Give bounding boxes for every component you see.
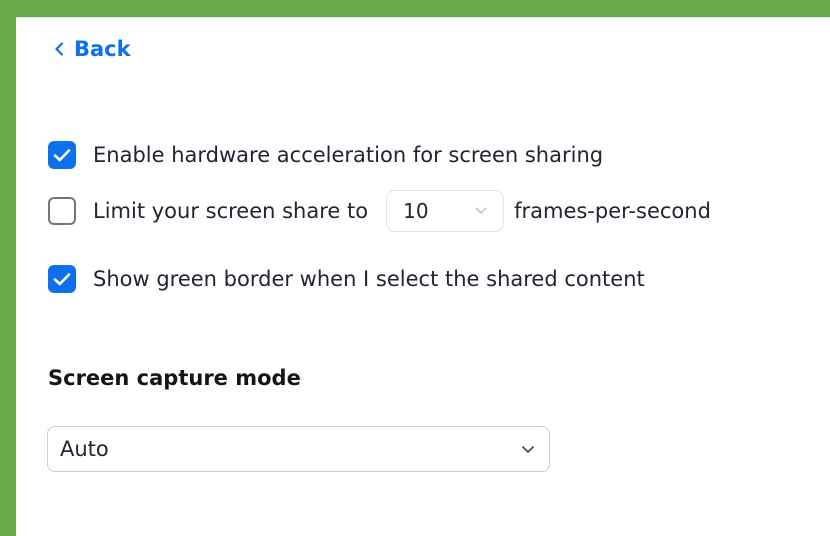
green-border-option: Show green border when I select the shar… — [48, 265, 645, 293]
green-share-border-left — [0, 0, 16, 536]
chevron-down-icon — [475, 207, 487, 214]
checkmark-icon — [53, 273, 71, 286]
settings-panel: Back Enable hardware acceleration for sc… — [0, 0, 830, 536]
capture-mode-dropdown[interactable]: Auto — [47, 426, 550, 472]
green-border-label: Show green border when I select the shar… — [93, 267, 645, 291]
fps-unit-label: frames-per-second — [514, 199, 711, 223]
hardware-acceleration-checkbox[interactable] — [48, 141, 76, 169]
capture-mode-value: Auto — [60, 437, 109, 461]
panel-top-edge — [16, 17, 830, 18]
green-share-border-top — [0, 0, 830, 17]
hardware-acceleration-option: Enable hardware acceleration for screen … — [48, 141, 603, 169]
fps-value: 10 — [403, 199, 429, 223]
checkmark-icon — [53, 149, 71, 162]
back-label: Back — [74, 37, 131, 61]
limit-fps-label: Limit your screen share to — [93, 199, 369, 223]
limit-fps-checkbox[interactable] — [48, 197, 76, 225]
chevron-down-icon — [522, 445, 534, 453]
limit-fps-option: Limit your screen share to 10 frames-per… — [48, 190, 711, 232]
capture-mode-title: Screen capture mode — [48, 366, 301, 390]
chevron-left-icon — [54, 42, 64, 56]
back-link[interactable]: Back — [54, 34, 131, 64]
green-border-checkbox[interactable] — [48, 265, 76, 293]
hardware-acceleration-label: Enable hardware acceleration for screen … — [93, 143, 604, 167]
fps-dropdown[interactable]: 10 — [386, 190, 505, 232]
